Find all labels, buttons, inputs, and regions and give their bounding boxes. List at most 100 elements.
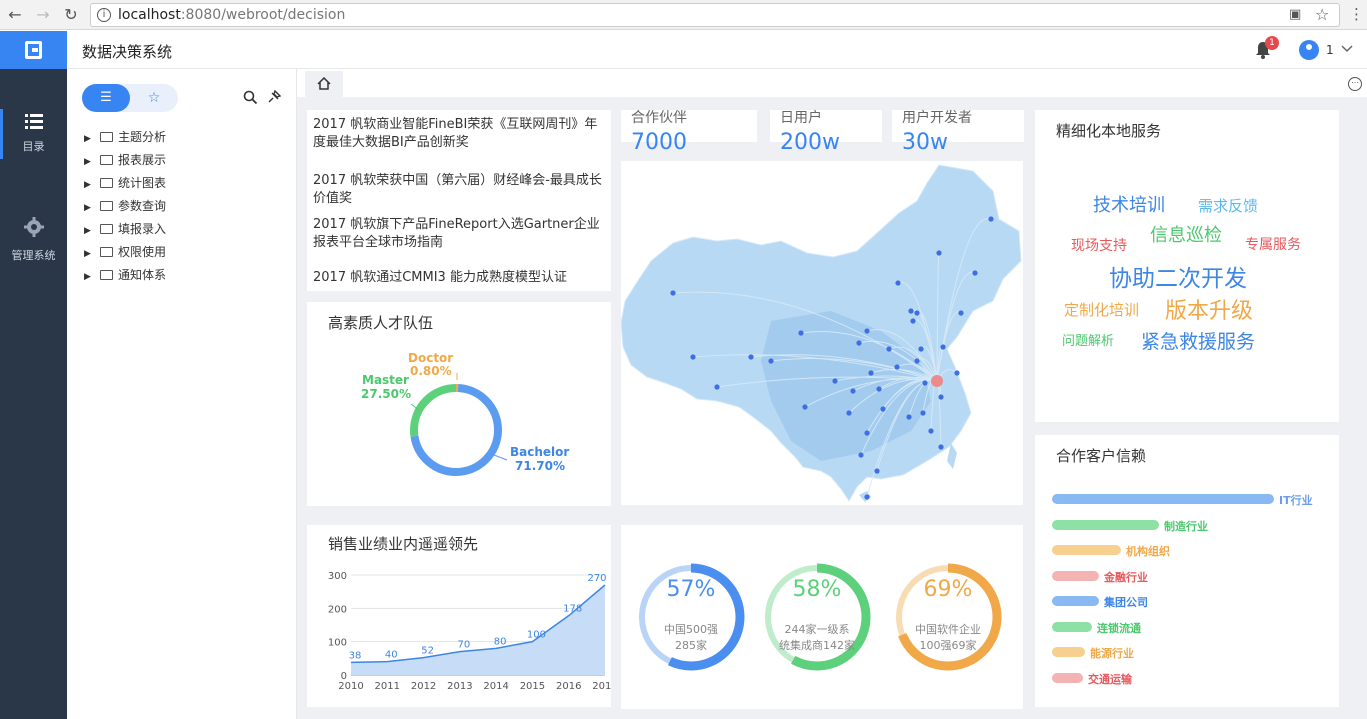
catalog-item-label: 填报录入 (118, 222, 167, 236)
city-marker[interactable] (958, 310, 964, 316)
customer-bar (1052, 672, 1083, 683)
city-marker[interactable] (918, 346, 924, 352)
city-marker[interactable] (922, 380, 928, 386)
caret-right-icon[interactable]: ▶ (84, 134, 94, 144)
browser-menu-icon[interactable]: ⋮ (1349, 5, 1364, 23)
city-marker[interactable] (954, 370, 960, 376)
city-marker[interactable] (886, 346, 892, 352)
translate-icon[interactable]: ▣ (1289, 7, 1301, 22)
city-marker[interactable] (938, 444, 944, 450)
x-tick-label: 2016 (556, 681, 581, 692)
city-marker[interactable] (864, 430, 870, 436)
search-icon[interactable] (243, 90, 258, 105)
home-tab[interactable] (305, 71, 343, 97)
username[interactable]: 1 (1326, 43, 1334, 57)
nav-item-management[interactable]: 管理系统 (0, 217, 67, 263)
catalog-item-label: 参数查询 (118, 199, 167, 213)
city-marker[interactable] (988, 216, 994, 222)
news-item[interactable]: 2017 帆软旗下产品FineReport入选Gartner企业报表平台全球市场… (313, 216, 605, 252)
city-marker[interactable] (850, 388, 856, 394)
address-bar[interactable]: i localhost:8080/webroot/decision ▣ ☆ (90, 3, 1340, 27)
nav-item-catalog[interactable]: 目录 (0, 112, 67, 154)
catalog-item-label: 权限使用 (118, 245, 167, 259)
stat-developers: 用户开发者 30w (892, 110, 1024, 155)
city-marker[interactable] (876, 386, 882, 392)
city-marker[interactable] (910, 318, 916, 324)
city-marker[interactable] (768, 358, 774, 364)
caret-right-icon[interactable]: ▶ (84, 180, 94, 190)
city-marker[interactable] (874, 468, 880, 474)
catalog-item[interactable]: ▶ 权限使用 (84, 243, 166, 263)
city-marker[interactable] (868, 370, 874, 376)
news-card: 2017 帆软商业智能FineBI荣获《互联网周刊》年度最佳大数据BI产品创新奖… (307, 110, 611, 291)
catalog-item[interactable]: ▶ 通知体系 (84, 266, 166, 286)
city-marker[interactable] (894, 364, 900, 370)
city-marker[interactable] (914, 358, 920, 364)
service-word: 专属服务 (1245, 237, 1301, 253)
app-title: 数据决策系统 (82, 43, 173, 61)
catalog-list-tab[interactable]: ☰ (82, 84, 130, 112)
caret-right-icon[interactable]: ▶ (84, 203, 94, 213)
service-word: 版本升级 (1165, 299, 1254, 324)
more-options-icon[interactable]: ⋯ (1348, 77, 1362, 91)
news-item[interactable]: 2017 帆软荣获中国（第六届）财经峰会-最具成长价值奖 (313, 172, 605, 208)
city-marker[interactable] (802, 404, 808, 410)
customer-bar (1052, 545, 1121, 555)
city-marker[interactable] (920, 410, 926, 416)
browser-toolbar: ← → ↻ i localhost:8080/webroot/decision … (0, 0, 1367, 30)
city-marker[interactable] (856, 340, 862, 346)
catalog-item[interactable]: ▶ 参数查询 (84, 197, 166, 217)
city-marker[interactable] (690, 354, 696, 360)
customer-bar-list: IT行业 制造行业 机构组织 金融行业 集团公司 连锁流通 能源行业 交通运输 (1035, 435, 1339, 707)
city-marker[interactable] (864, 328, 870, 334)
city-marker[interactable] (858, 452, 864, 458)
customer-bar-label: 集团公司 (1104, 596, 1148, 609)
back-icon[interactable]: ← (5, 5, 25, 25)
news-item[interactable]: 2017 帆软商业智能FineBI荣获《互联网周刊》年度最佳大数据BI产品创新奖 (313, 116, 605, 152)
city-marker[interactable] (798, 330, 804, 336)
user-avatar[interactable] (1299, 40, 1319, 60)
city-marker[interactable] (880, 406, 886, 412)
master-pct: 27.50% (361, 387, 411, 401)
catalog-item[interactable]: ▶ 报表展示 (84, 151, 166, 171)
service-word: 技术培训 (1093, 195, 1165, 216)
caret-right-icon[interactable]: ▶ (84, 226, 94, 236)
caret-right-icon[interactable]: ▶ (84, 272, 94, 282)
city-marker[interactable] (938, 394, 944, 400)
caret-right-icon[interactable]: ▶ (84, 249, 94, 259)
city-marker[interactable] (972, 270, 978, 276)
app-logo[interactable] (0, 31, 67, 69)
city-marker[interactable] (895, 280, 901, 286)
city-marker[interactable] (908, 308, 914, 314)
list-icon (24, 114, 43, 129)
info-icon[interactable]: i (97, 8, 111, 22)
catalog-item[interactable]: ▶ 填报录入 (84, 220, 166, 240)
city-marker[interactable] (914, 310, 920, 316)
chevron-down-icon[interactable] (1341, 45, 1353, 53)
favorites-star-icon[interactable]: ☆ (130, 84, 178, 112)
city-marker[interactable] (846, 410, 852, 416)
catalog-item[interactable]: ▶ 主题分析 (84, 128, 166, 148)
city-marker[interactable] (928, 428, 934, 434)
city-marker[interactable] (748, 354, 754, 360)
reload-icon[interactable]: ↻ (61, 5, 81, 25)
news-item[interactable]: 2017 帆软通过CMMI3 能力成熟度模型认证 (313, 269, 605, 287)
city-marker[interactable] (906, 414, 912, 420)
city-marker[interactable] (670, 290, 676, 296)
master-label: Master (362, 373, 409, 387)
customer-bar-label: 能源行业 (1090, 647, 1134, 660)
customer-bar-label: 金融行业 (1104, 570, 1148, 584)
caret-right-icon[interactable]: ▶ (84, 157, 94, 167)
city-marker[interactable] (714, 384, 720, 390)
catalog-item[interactable]: ▶ 统计图表 (84, 174, 166, 194)
service-word-cloud: 技术培训 需求反馈 现场支持 信息巡检 专属服务 协助二次开发 定制化培训 版本升级 问题解析 紧… (1035, 110, 1339, 422)
stat-label: 用户开发者 (902, 110, 972, 126)
city-marker[interactable] (832, 378, 838, 384)
forward-icon[interactable]: → (33, 5, 53, 25)
city-marker[interactable] (864, 494, 870, 500)
city-marker[interactable] (940, 344, 946, 350)
city-marker[interactable] (936, 250, 942, 256)
star-bookmark-icon[interactable]: ☆ (1315, 5, 1329, 24)
catalog-item-label: 通知体系 (118, 268, 167, 282)
pin-icon[interactable] (267, 89, 282, 104)
